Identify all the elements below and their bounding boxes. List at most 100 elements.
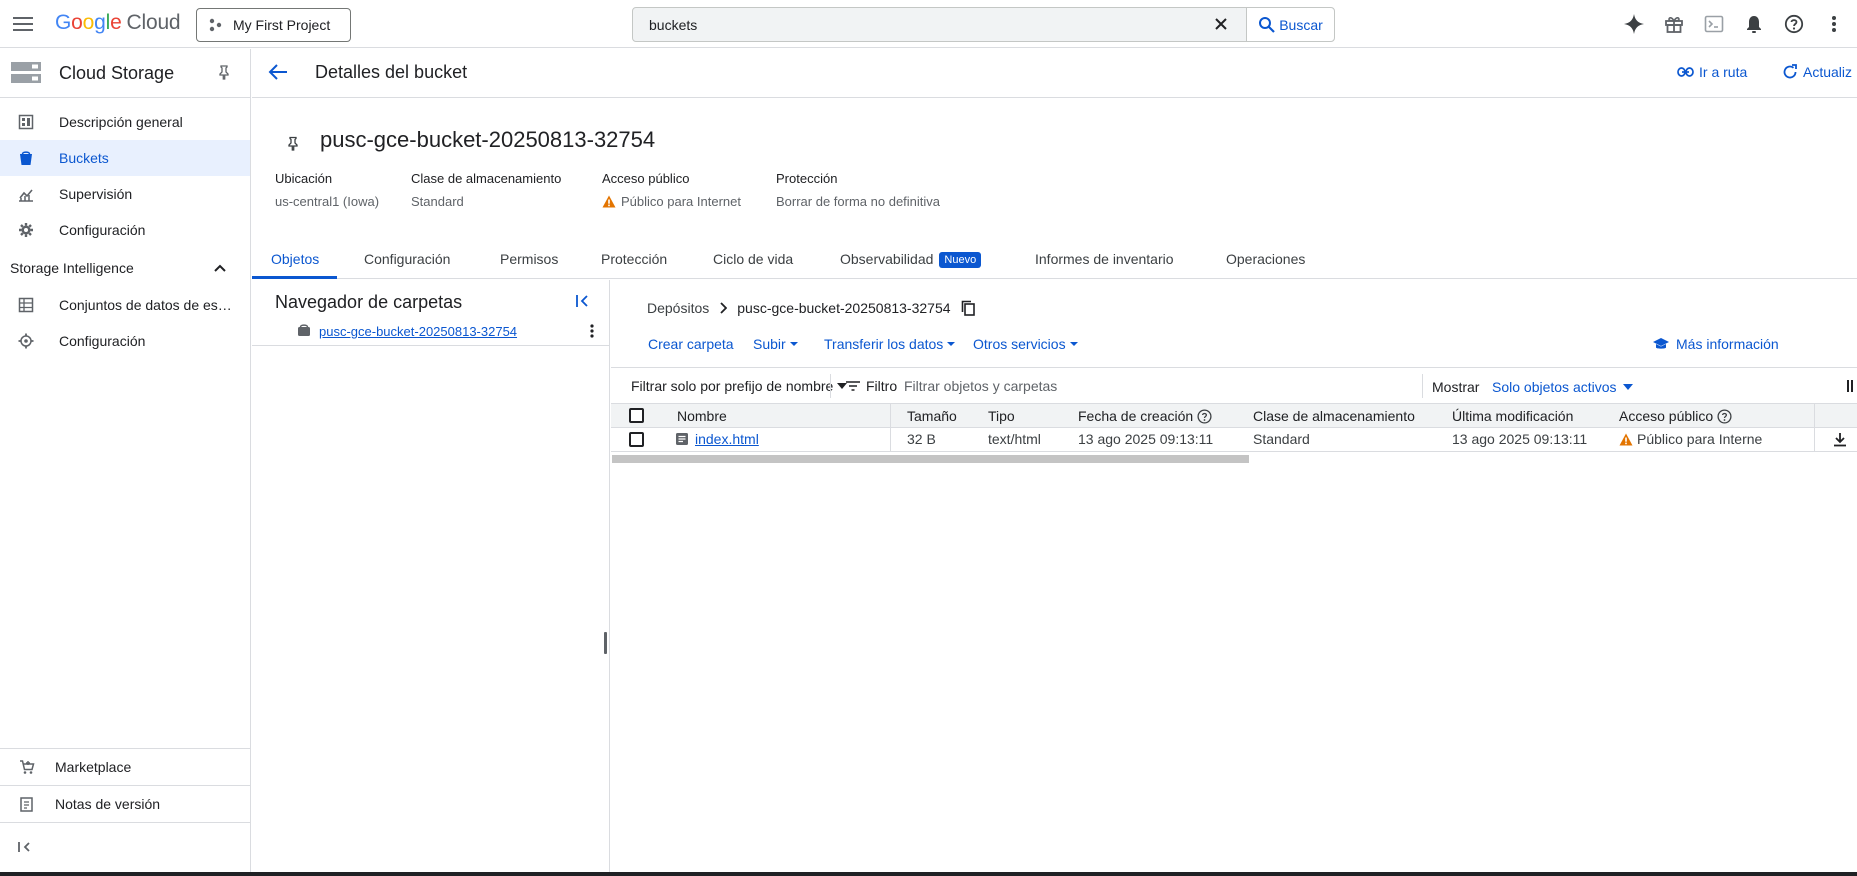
upload-button[interactable]: Subir xyxy=(753,336,799,352)
column-header[interactable]: Tipo xyxy=(988,408,1015,424)
gear-icon xyxy=(18,222,34,238)
refresh-label: Actualiz xyxy=(1803,64,1853,80)
gemini-icon[interactable] xyxy=(1622,12,1646,36)
column-header[interactable]: Tamaño xyxy=(907,408,957,424)
divider xyxy=(830,374,831,398)
sidebar-item-buckets[interactable]: Buckets xyxy=(0,140,250,176)
tab-inventory-reports[interactable]: Informes de inventario xyxy=(1035,239,1174,279)
project-selector[interactable]: My First Project xyxy=(196,8,351,42)
select-all-checkbox[interactable] xyxy=(629,408,644,423)
back-arrow-icon[interactable] xyxy=(268,63,288,81)
search-input[interactable]: buckets xyxy=(649,17,697,33)
sidebar-item-label: Descripción general xyxy=(59,114,183,130)
top-bar: Google Cloud My First Project buckets Bus… xyxy=(0,0,1857,48)
project-name: My First Project xyxy=(233,17,331,33)
more-vert-icon[interactable] xyxy=(1822,12,1846,36)
help-icon[interactable] xyxy=(1782,12,1806,36)
column-header[interactable]: Nombre xyxy=(677,408,727,424)
bucket-name: pusc-gce-bucket-20250813-32754 xyxy=(320,127,656,152)
chevron-up-icon[interactable] xyxy=(213,263,227,273)
filter-button[interactable]: Filtro xyxy=(846,378,897,394)
close-icon[interactable] xyxy=(1213,16,1229,32)
divider xyxy=(1422,374,1423,398)
tab-protection[interactable]: Protección xyxy=(601,239,667,279)
file-icon xyxy=(675,432,689,446)
prefix-filter-dropdown[interactable]: Filtrar solo por prefijo de nombre xyxy=(631,378,848,394)
object-link[interactable]: index.html xyxy=(695,431,759,447)
refresh-button[interactable]: Actualiz xyxy=(1782,64,1852,80)
sidebar-item-release-notes[interactable]: Notas de versión xyxy=(0,786,250,822)
sidebar-item-marketplace[interactable]: Marketplace xyxy=(0,749,250,785)
download-icon[interactable] xyxy=(1833,432,1847,447)
column-header-access[interactable]: Acceso público xyxy=(1619,408,1732,424)
menu-icon[interactable] xyxy=(10,11,36,37)
meta-storage-class: Clase de almacenamiento Standard xyxy=(411,171,561,209)
tab-lifecycle[interactable]: Ciclo de vida xyxy=(713,239,793,279)
copy-icon[interactable] xyxy=(961,300,975,316)
collapse-sidebar-icon[interactable] xyxy=(18,841,32,853)
gift-icon[interactable] xyxy=(1662,12,1686,36)
tab-observability[interactable]: Observabilidad Nuevo xyxy=(840,239,982,279)
column-display-icon[interactable] xyxy=(1847,379,1855,393)
caret-down-icon xyxy=(946,341,956,347)
folder-tree-item[interactable]: pusc-gce-bucket-20250813-32754 xyxy=(252,318,609,346)
bottom-edge xyxy=(0,872,1857,876)
filter-icon xyxy=(846,381,860,391)
create-folder-button[interactable]: Crear carpeta xyxy=(648,336,734,352)
sidebar-item-overview[interactable]: Descripción general xyxy=(0,104,250,140)
table-row[interactable]: index.html 32 B text/html 13 ago 2025 09… xyxy=(611,428,1857,452)
tab-configuration[interactable]: Configuración xyxy=(364,239,450,279)
resize-handle[interactable] xyxy=(604,632,607,654)
column-header[interactable]: Última modificación xyxy=(1452,408,1573,424)
help-icon[interactable] xyxy=(1197,408,1212,424)
folder-tree-bucket-link[interactable]: pusc-gce-bucket-20250813-32754 xyxy=(319,324,517,339)
tab-permissions[interactable]: Permisos xyxy=(500,239,558,279)
column-header-label: Fecha de creación xyxy=(1078,408,1194,424)
caret-down-icon xyxy=(789,341,799,347)
action-label: Subir xyxy=(753,336,786,352)
pin-icon[interactable] xyxy=(287,136,299,151)
google-cloud-logo[interactable]: Google Cloud xyxy=(55,11,181,35)
search-button[interactable]: Buscar xyxy=(1246,8,1334,41)
transfer-data-button[interactable]: Transferir los datos xyxy=(824,336,956,352)
sidebar-item-monitoring[interactable]: Supervisión xyxy=(0,176,250,212)
collapse-panel-icon[interactable] xyxy=(575,294,591,308)
more-vert-icon[interactable] xyxy=(590,324,594,338)
more-info-button[interactable]: Más información xyxy=(1652,336,1779,352)
filter-input[interactable]: Filtrar objetos y carpetas xyxy=(904,378,1057,394)
logo-letter: o xyxy=(82,11,95,34)
horizontal-scrollbar[interactable] xyxy=(612,455,1249,463)
sidebar-item-datasets[interactable]: Conjuntos de datos de es… xyxy=(0,287,250,323)
help-icon[interactable] xyxy=(1717,408,1732,424)
meta-key: Acceso público xyxy=(602,171,690,186)
action-label: Crear carpeta xyxy=(648,336,734,352)
top-icons xyxy=(1622,12,1846,36)
column-header-label: Acceso público xyxy=(1619,408,1714,424)
refresh-icon xyxy=(1782,64,1798,80)
divider xyxy=(0,822,250,823)
sidebar-item-settings[interactable]: Configuración xyxy=(0,212,250,248)
logo-letter: o xyxy=(71,11,83,34)
tab-operations[interactable]: Operaciones xyxy=(1226,239,1305,279)
terminal-icon[interactable] xyxy=(1702,12,1726,36)
sidebar-item-label: Conjuntos de datos de es… xyxy=(59,297,232,313)
goto-path-button[interactable]: Ir a ruta xyxy=(1677,64,1747,80)
object-type: text/html xyxy=(988,431,1041,447)
show-label: Mostrar xyxy=(1432,379,1480,395)
row-checkbox[interactable] xyxy=(629,432,644,447)
bell-icon[interactable] xyxy=(1742,12,1766,36)
show-select[interactable]: Solo objetos activos xyxy=(1492,379,1633,395)
pin-icon[interactable] xyxy=(217,64,231,80)
other-services-button[interactable]: Otros servicios xyxy=(973,336,1079,352)
sidebar-item-intelligence-settings[interactable]: Configuración xyxy=(0,323,250,359)
tab-objects[interactable]: Objetos xyxy=(252,239,338,279)
column-header-created[interactable]: Fecha de creación xyxy=(1078,408,1212,424)
dashboard-icon xyxy=(18,114,34,130)
caret-down-icon xyxy=(1069,341,1079,347)
column-header[interactable]: Clase de almacenamiento xyxy=(1253,408,1415,424)
link-icon xyxy=(1677,67,1694,77)
sidebar-item-label: Notas de versión xyxy=(55,796,161,812)
breadcrumb-root[interactable]: Depósitos xyxy=(647,300,709,316)
show-select-value: Solo objetos activos xyxy=(1492,379,1617,395)
storage-intelligence-section[interactable]: Storage Intelligence xyxy=(10,260,134,276)
